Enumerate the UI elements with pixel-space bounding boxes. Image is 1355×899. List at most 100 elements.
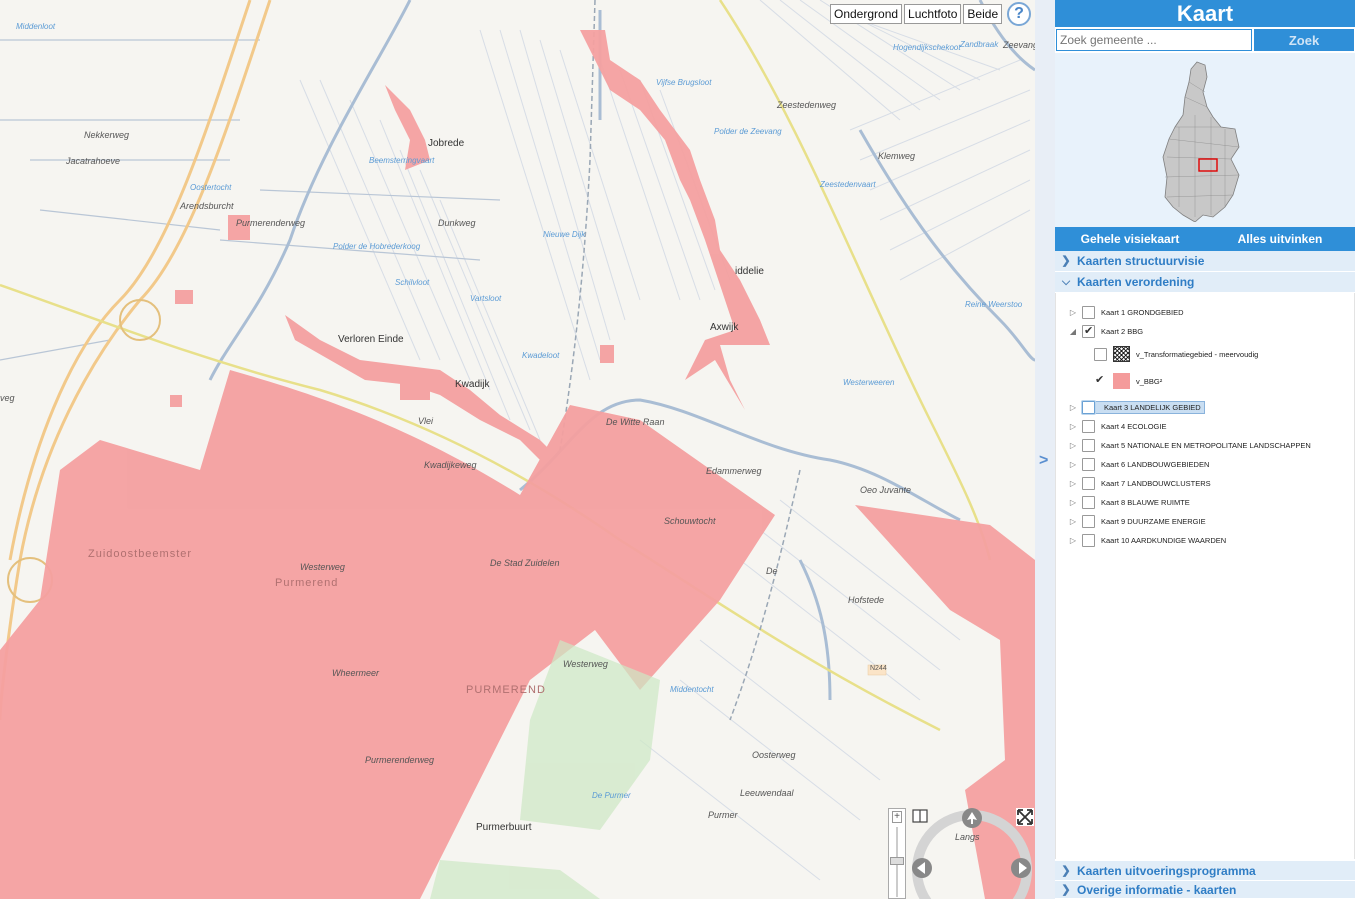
map-label-water: Hogendijkschekoot	[893, 43, 961, 52]
map-label-road: Zeevangdijk	[1003, 40, 1035, 50]
section-label: Kaarten uitvoeringsprogramma	[1077, 863, 1256, 878]
collapse-icon[interactable]: ◢	[1068, 327, 1078, 336]
map-label-town: Jobrede	[428, 138, 465, 149]
layer-label: v_BBG²	[1136, 376, 1163, 386]
map-label-road: Dunkweg	[438, 218, 476, 228]
section-label: Overige informatie - kaarten	[1077, 882, 1237, 897]
layer-row-kaart-8[interactable]: ▷ Kaart 8 BLAUWE RUIMTE	[1068, 493, 1190, 511]
layer-row-kaart-5[interactable]: ▷ Kaart 5 NATIONALE EN METROPOLITANE LAN…	[1068, 436, 1311, 454]
map-label-water: Reine Weerstoo	[965, 300, 1023, 309]
section-uitvoeringsprogramma[interactable]: ❯ Kaarten uitvoeringsprogramma	[1055, 861, 1355, 881]
layer-checkbox[interactable]	[1094, 347, 1107, 361]
full-vision-map-button[interactable]: Gehele visiekaart	[1055, 227, 1205, 251]
both-layers-button[interactable]: Beide	[963, 4, 1003, 24]
layer-label: Kaart 3 LANDELIJK GEBIED	[1081, 400, 1205, 414]
aerial-photo-button[interactable]: Luchtfoto	[904, 4, 962, 24]
chevron-right-icon: >	[1039, 452, 1049, 469]
expand-icon[interactable]: ▷	[1068, 460, 1078, 469]
map-label-road: Westerweg	[300, 562, 345, 572]
layer-checkbox[interactable]	[1082, 514, 1095, 528]
layer-row-kaart-1[interactable]: ▷ Kaart 1 GRONDGEBIED	[1068, 303, 1184, 321]
map-label-water: Polder de Hobrederkoog	[333, 242, 421, 251]
layer-checkbox[interactable]	[1082, 495, 1095, 509]
layer-checkbox[interactable]	[1082, 400, 1095, 414]
map-label-town: Verloren Einde	[338, 334, 404, 345]
layer-row-kaart-2[interactable]: ◢ Kaart 2 BBG	[1068, 322, 1143, 340]
base-map-button[interactable]: Ondergrond	[830, 4, 903, 24]
layer-row-kaart-4[interactable]: ▷ Kaart 4 ECOLOGIE	[1068, 417, 1166, 435]
layer-checkbox[interactable]	[1082, 438, 1095, 452]
layer-label: Kaart 5 NATIONALE EN METROPOLITANE LANDS…	[1101, 440, 1311, 450]
map-label-water: Oostertocht	[190, 183, 232, 192]
chevron-down-icon: ⌵	[1061, 275, 1071, 288]
layer-row-transformatiegebied[interactable]: v_Transformatiegebied - meervoudig	[1090, 345, 1258, 363]
help-button[interactable]: ?	[1007, 2, 1031, 26]
expand-icon[interactable]: ▷	[1068, 517, 1078, 526]
layer-checkbox[interactable]	[1094, 373, 1107, 388]
expand-icon[interactable]: ▷	[1068, 498, 1078, 507]
layer-row-kaart-3[interactable]: ▷ Kaart 3 LANDELIJK GEBIED	[1068, 398, 1205, 416]
map-label-town: iddelie	[735, 266, 764, 277]
map-label-road: Oeo Juvante	[860, 485, 912, 495]
zoom-slider[interactable]: +	[888, 808, 906, 899]
layer-checkbox[interactable]	[1082, 476, 1095, 490]
pink-legend-swatch	[1113, 373, 1130, 389]
map-label-water: Vijfse Brugsloot	[656, 78, 712, 87]
map-label-water: Vartsloot	[470, 294, 502, 303]
municipality-search: Zoek	[1055, 27, 1355, 53]
overview-map[interactable]	[1055, 53, 1355, 227]
section-label: Kaarten structuurvisie	[1077, 253, 1205, 268]
map-canvas[interactable]	[0, 0, 1035, 899]
layer-tree: ▷ Kaart 1 GRONDGEBIED ◢ Kaart 2 BBG v_Tr…	[1055, 293, 1355, 859]
map-label-water: Middentocht	[670, 685, 714, 694]
map-label-road: Schouwtocht	[664, 516, 716, 526]
action-bar: Gehele visiekaart Alles uitvinken	[1055, 227, 1355, 251]
zoom-thumb[interactable]	[890, 857, 904, 865]
map-label-water: Westerweeren	[843, 378, 895, 387]
map-label-city: Purmerend	[275, 577, 339, 589]
layer-label: Kaart 9 DUURZAME ENERGIE	[1101, 516, 1206, 526]
fullscreen-icon[interactable]	[1016, 808, 1034, 826]
expand-icon[interactable]: ▷	[1068, 536, 1078, 545]
expand-icon[interactable]: ▷	[1068, 308, 1078, 317]
expand-icon[interactable]: ▷	[1068, 422, 1078, 431]
layer-checkbox[interactable]	[1082, 419, 1095, 433]
map-label-road: Jacatrahoeve	[66, 156, 121, 166]
map-label-road: De Stad Zuidelen	[490, 558, 560, 568]
expand-icon[interactable]: ▷	[1068, 479, 1078, 488]
chevron-right-icon: ❯	[1061, 254, 1071, 267]
uncheck-all-button[interactable]: Alles uitvinken	[1205, 227, 1355, 251]
province-overview-map[interactable]	[1155, 57, 1245, 222]
panel-collapse-handle[interactable]: >	[1035, 0, 1055, 899]
search-button[interactable]: Zoek	[1254, 29, 1354, 51]
hatch-legend-swatch	[1113, 346, 1130, 362]
map-label-water: Nieuwe Dijk	[543, 230, 586, 239]
map-label-town: Kwadijk	[455, 379, 490, 390]
layer-row-kaart-7[interactable]: ▷ Kaart 7 LANDBOUWCLUSTERS	[1068, 474, 1211, 492]
section-overige-informatie[interactable]: ❯ Overige informatie - kaarten	[1055, 881, 1355, 899]
layer-row-kaart-10[interactable]: ▷ Kaart 10 AARDKUNDIGE WAARDEN	[1068, 531, 1226, 549]
map-label-water: Kwadeloot	[522, 351, 560, 360]
map-label-road: Arendsburcht	[180, 201, 234, 211]
layer-checkbox[interactable]	[1082, 324, 1095, 338]
search-input[interactable]	[1056, 29, 1252, 51]
map-label-road: Purmerenderweg	[236, 218, 306, 228]
layer-checkbox[interactable]	[1082, 457, 1095, 471]
map-label-road: Leeuwendaal	[740, 788, 794, 798]
layer-checkbox[interactable]	[1082, 305, 1095, 319]
map-label-town: Axwijk	[710, 322, 739, 333]
section-verordening[interactable]: ⌵ Kaarten verordening	[1055, 272, 1355, 293]
layer-row-kaart-6[interactable]: ▷ Kaart 6 LANDBOUWGEBIEDEN	[1068, 455, 1209, 473]
panel-title: Kaart	[1055, 0, 1355, 27]
layer-checkbox[interactable]	[1082, 533, 1095, 547]
map-label-water: Polder de Zeevang	[714, 127, 782, 136]
section-label: Kaarten verordening	[1077, 274, 1195, 289]
expand-icon[interactable]: ▷	[1068, 441, 1078, 450]
map-viewport[interactable]: Jobrede Verloren Einde Kwadijk Axwijk id…	[0, 0, 1035, 899]
map-label-road: Zeestedenweg	[777, 100, 837, 110]
expand-icon[interactable]: ▷	[1068, 403, 1078, 412]
layer-row-bbg[interactable]: v_BBG²	[1090, 372, 1162, 390]
layer-row-kaart-9[interactable]: ▷ Kaart 9 DUURZAME ENERGIE	[1068, 512, 1206, 530]
zoom-in-button[interactable]: +	[892, 811, 902, 823]
section-structuurvisie[interactable]: ❯ Kaarten structuurvisie	[1055, 251, 1355, 272]
